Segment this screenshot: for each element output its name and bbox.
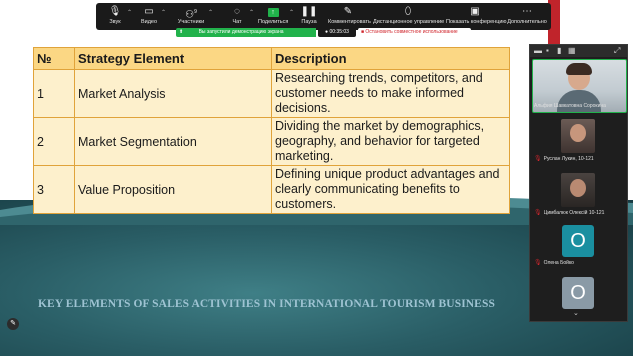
strip-view-icon[interactable]: ▮ — [557, 46, 561, 55]
table-row: 1 Market Analysis Researching trends, co… — [33, 69, 510, 118]
row-number: 3 — [33, 165, 75, 214]
scroll-down-chevron-icon[interactable]: ⌄ — [573, 309, 579, 317]
participant-tile[interactable]: 🎙 Цимбалюк Олексій 10-121 — [532, 171, 625, 217]
participant-tile[interactable]: 🎙 Руслан Лукин, 10-121 — [532, 117, 625, 163]
video-camera-icon: ▭ — [144, 6, 154, 17]
show-meeting-label: Показать конференцию — [446, 19, 507, 25]
stop-share-button[interactable]: ■ Остановить совместное использование — [358, 28, 471, 37]
share-status-indicator: ⬆ Вы запустили демонстрацию экрана — [176, 28, 316, 37]
participant-tile[interactable]: О 🎙 Олена Бойко — [532, 223, 625, 269]
microphone-icon: 🎙 — [108, 6, 122, 17]
mic-muted-icon: 🎙 — [534, 210, 542, 216]
header-description: Description — [271, 47, 510, 70]
face-shape — [570, 124, 586, 142]
annotate-label: Комментировать — [328, 19, 371, 25]
audio-button[interactable]: 🎙 Звук — [104, 5, 126, 25]
participant-letter-avatar: О — [562, 277, 594, 309]
mouse-icon: ⬯ — [404, 6, 412, 17]
annotate-button[interactable]: ✎ Комментировать — [328, 5, 371, 25]
share-status-icon: ⬆ — [179, 29, 184, 35]
row-number: 1 — [33, 69, 75, 118]
row-description: Researching trends, competitors, and cus… — [271, 69, 510, 118]
stop-square-icon: ■ — [361, 29, 365, 35]
share-arrow-icon: ↑ — [258, 5, 288, 19]
participants-label: Участники — [177, 19, 205, 25]
grid-view-icon[interactable]: ▦ — [568, 46, 576, 55]
participants-button[interactable]: ⚇9 Участники — [176, 5, 206, 25]
pause-icon: ❚❚ — [300, 6, 318, 17]
participant-name-text: Руслан Лукин, 10-121 — [543, 156, 594, 162]
chat-button[interactable]: ◌ Чат — [226, 5, 248, 25]
expand-icon[interactable]: ⤢ — [614, 46, 620, 56]
slide-title: KEY ELEMENTS OF SALES ACTIVITIES IN INTE… — [38, 298, 495, 310]
meeting-toolbar: 🎙 Звук ⌃ ▭ Видео ⌃ ⚇9 Участники ⌃ ◌ Чат … — [96, 3, 551, 30]
participants-icon: ⚇9 — [185, 9, 197, 21]
strategy-table: № Strategy Element Description 1 Market … — [33, 47, 510, 214]
more-icon: ⋯ — [522, 6, 532, 17]
chat-label: Чат — [232, 19, 242, 25]
row-description: Defining unique product advantages and c… — [271, 165, 510, 214]
table-row: 3 Value Proposition Defining unique prod… — [33, 165, 510, 214]
row-description: Dividing the market by demographics, geo… — [271, 117, 510, 166]
mic-muted-icon: 🎙 — [534, 260, 542, 266]
chat-icon: ◌ — [234, 6, 240, 17]
stop-share-label: Остановить совместное использование — [365, 29, 458, 35]
participant-letter-avatar: О — [562, 225, 594, 257]
table-header-row: № Strategy Element Description — [33, 47, 510, 70]
show-meeting-button[interactable]: ▣ Показать конференцию — [446, 5, 507, 25]
remote-control-label: Дистанционное управление — [373, 19, 445, 25]
share-label: Поделиться — [258, 19, 289, 25]
participant-tile[interactable]: О — [532, 277, 625, 309]
row-element: Value Proposition — [74, 165, 272, 214]
participant-photo — [561, 173, 595, 207]
panel-header: ▬ ▪ ▮ ▦ ⤢ — [530, 45, 627, 57]
record-dot-icon: ● — [325, 29, 329, 35]
more-button[interactable]: ⋯ Дополнительно — [507, 5, 547, 25]
pencil-icon: ✎ — [343, 6, 353, 17]
header-strategy-element: Strategy Element — [74, 47, 272, 70]
audio-options-chevron-icon[interactable]: ⌃ — [127, 9, 132, 16]
participants-video-panel: ▬ ▪ ▮ ▦ ⤢ Альфия Шавкатовна Сорокина 🎙 Ру… — [529, 44, 628, 322]
row-number: 2 — [33, 117, 75, 166]
participants-options-chevron-icon[interactable]: ⌃ — [208, 9, 213, 16]
screen-share-status-bar: ⬆ Вы запустили демонстрацию экрана ● 00:… — [176, 28, 471, 37]
pause-label: Пауза — [301, 19, 317, 25]
minimize-icon[interactable]: ▬ — [534, 46, 542, 55]
pause-button[interactable]: ❚❚ Пауза — [298, 5, 320, 25]
hair-shape — [566, 63, 592, 75]
participant-tile[interactable]: Альфия Шавкатовна Сорокина — [532, 59, 627, 113]
participant-photo — [561, 119, 595, 153]
more-label: Дополнительно — [507, 19, 547, 25]
single-view-icon[interactable]: ▪ — [546, 46, 549, 55]
participant-name-text: Цимбалюк Олексій 10-121 — [543, 210, 605, 216]
participant-name: 🎙 Олена Бойко — [534, 259, 574, 266]
row-element: Market Segmentation — [74, 117, 272, 166]
annotation-pencil-icon[interactable]: ✎ — [7, 318, 19, 330]
share-timer: ● 00:35:03 — [318, 28, 356, 37]
participant-name: 🎙 Руслан Лукин, 10-121 — [534, 155, 594, 162]
share-options-chevron-icon[interactable]: ⌃ — [289, 9, 294, 16]
face-shape — [570, 179, 586, 197]
participant-name-text: Олена Бойко — [543, 260, 574, 266]
share-status-text: Вы запустили демонстрацию экрана — [198, 29, 284, 35]
participant-name: Альфия Шавкатовна Сорокина — [534, 103, 606, 109]
video-label: Видео — [140, 19, 158, 25]
participants-count-badge: 9 — [194, 9, 197, 15]
participant-name: 🎙 Цимбалюк Олексій 10-121 — [534, 209, 604, 216]
share-button[interactable]: ↑ Поделиться — [258, 5, 288, 25]
chat-options-chevron-icon[interactable]: ⌃ — [249, 9, 254, 16]
table-row: 2 Market Segmentation Dividing the marke… — [33, 117, 510, 166]
remote-control-button[interactable]: ⬯ Дистанционное управление — [373, 5, 445, 25]
share-timer-text: 00:35:03 — [329, 29, 349, 35]
header-number: № — [33, 47, 75, 70]
row-element: Market Analysis — [74, 69, 272, 118]
video-button[interactable]: ▭ Видео — [138, 5, 160, 25]
video-options-chevron-icon[interactable]: ⌃ — [161, 9, 166, 16]
monitor-icon: ▣ — [470, 6, 480, 17]
audio-label: Звук — [109, 19, 121, 25]
mic-muted-icon: 🎙 — [534, 156, 542, 162]
